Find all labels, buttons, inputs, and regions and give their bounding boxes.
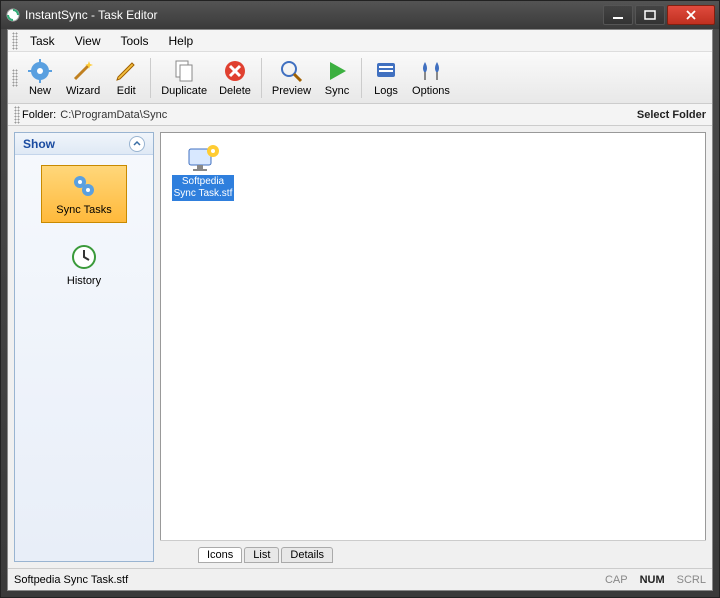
edit-button[interactable]: Edit [106,57,146,99]
options-button[interactable]: Options [406,57,456,99]
tab-icons[interactable]: Icons [198,547,242,563]
titlebar[interactable]: InstantSync - Task Editor [1,1,719,29]
toolbar-separator [361,58,362,98]
file-list[interactable]: Softpedia Sync Task.stf [160,132,706,540]
folder-bar: Folder: C:\ProgramData\Sync Select Folde… [8,104,712,126]
main-area: Show Sync Tasks History [8,126,712,568]
new-button[interactable]: New [20,57,60,99]
menu-tools[interactable]: Tools [110,32,158,50]
sidebar: Show Sync Tasks History [14,132,154,562]
task-file-icon [183,141,223,173]
scrl-indicator: SCRL [677,574,706,586]
file-label-line2: Sync Task.stf [174,188,233,200]
collapse-icon[interactable] [129,136,145,152]
app-icon [5,7,21,23]
file-label-line1: Softpedia [174,176,233,188]
window-controls [601,5,715,25]
sidebar-title: Show [23,137,55,151]
delete-label: Delete [219,85,251,97]
app-window: InstantSync - Task Editor Task View Tool… [0,0,720,598]
sync-tasks-icon [70,172,98,200]
folderbar-grip-icon[interactable] [14,106,20,124]
toolbar: New Wizard Edit Duplicate Delete [8,52,712,104]
edit-label: Edit [117,85,136,97]
duplicate-button[interactable]: Duplicate [155,57,213,99]
cap-indicator: CAP [605,574,628,586]
delete-button[interactable]: Delete [213,57,257,99]
delete-icon [223,59,247,83]
menu-task[interactable]: Task [20,32,65,50]
play-icon [325,59,349,83]
menu-view[interactable]: View [65,32,111,50]
sync-label: Sync [325,85,349,97]
folder-path: C:\ProgramData\Sync [60,109,637,121]
sidebar-item-history[interactable]: History [41,237,127,293]
duplicate-icon [172,59,196,83]
content-panel: Softpedia Sync Task.stf Icons List Detai… [160,132,706,562]
maximize-button[interactable] [635,5,665,25]
sidebar-body: Sync Tasks History [15,155,153,561]
duplicate-label: Duplicate [161,85,207,97]
minimize-button[interactable] [603,5,633,25]
view-tabs: Icons List Details [160,540,706,562]
gear-icon [28,59,52,83]
close-button[interactable] [667,5,715,25]
sync-button[interactable]: Sync [317,57,357,99]
options-icon [419,59,443,83]
sidebar-header[interactable]: Show [15,133,153,155]
client-area: Task View Tools Help New Wizard Edit Dup [7,29,713,591]
menubar: Task View Tools Help [8,30,712,52]
window-title: InstantSync - Task Editor [25,8,158,22]
tab-details[interactable]: Details [281,547,333,563]
logs-button[interactable]: Logs [366,57,406,99]
logs-label: Logs [374,85,398,97]
preview-button[interactable]: Preview [266,57,317,99]
wizard-button[interactable]: Wizard [60,57,106,99]
select-folder-button[interactable]: Select Folder [637,109,706,121]
folder-label: Folder: [22,109,56,121]
options-label: Options [412,85,450,97]
statusbar: Softpedia Sync Task.stf CAP NUM SCRL [8,568,712,590]
menu-help[interactable]: Help [159,32,204,50]
preview-label: Preview [272,85,311,97]
clock-icon [70,243,98,271]
history-label: History [67,275,101,287]
wand-icon [71,59,95,83]
toolbar-grip-icon[interactable] [12,69,18,87]
tab-list[interactable]: List [244,547,279,563]
menubar-grip-icon[interactable] [12,32,18,50]
sidebar-item-sync-tasks[interactable]: Sync Tasks [41,165,127,223]
toolbar-separator [150,58,151,98]
pencil-icon [114,59,138,83]
status-text: Softpedia Sync Task.stf [14,574,128,586]
magnifier-icon [279,59,303,83]
status-indicators: CAP NUM SCRL [605,574,706,586]
toolbar-separator [261,58,262,98]
logs-icon [374,59,398,83]
sync-tasks-label: Sync Tasks [56,204,111,216]
new-label: New [29,85,51,97]
file-label: Softpedia Sync Task.stf [172,175,235,201]
file-item[interactable]: Softpedia Sync Task.stf [169,141,237,201]
wizard-label: Wizard [66,85,100,97]
num-indicator: NUM [640,574,665,586]
